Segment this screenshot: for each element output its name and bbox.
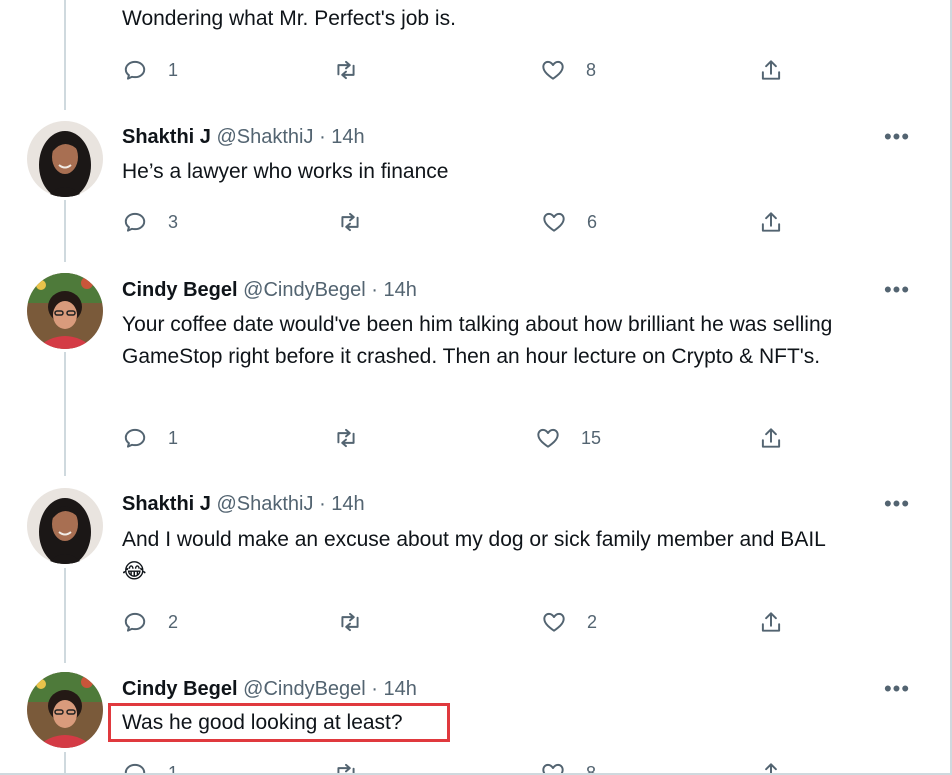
like-button[interactable]: 8	[540, 758, 597, 775]
author-handle[interactable]: @CindyBegel	[243, 678, 366, 700]
share-button[interactable]	[758, 207, 784, 237]
share-icon	[761, 212, 781, 232]
retweet-icon	[341, 212, 359, 232]
reply-button[interactable]: 2	[122, 607, 178, 637]
tweet-header: Shakthi J @ShakthiJ · 14h	[122, 125, 365, 149]
avatar[interactable]	[27, 273, 103, 349]
reply-count: 1	[168, 427, 179, 448]
thread-line	[64, 352, 66, 476]
like-icon	[537, 428, 559, 448]
reply-icon	[124, 763, 146, 773]
author-handle[interactable]: @CindyBegel	[243, 279, 366, 301]
tweet-text: And I would make an excuse about my dog …	[122, 524, 922, 588]
separator: ·	[371, 678, 378, 700]
retweet-icon	[341, 612, 359, 632]
like-count: 2	[587, 611, 598, 632]
joy-emoji: 😂	[122, 560, 147, 584]
reply-button[interactable]: 1	[122, 758, 179, 775]
share-button[interactable]	[758, 607, 784, 637]
author-name[interactable]: Shakthi J	[122, 493, 211, 515]
like-button[interactable]: 2	[541, 607, 597, 637]
retweet-button[interactable]	[337, 207, 363, 237]
like-icon	[543, 212, 565, 232]
like-icon	[542, 60, 564, 80]
reply-icon	[124, 428, 146, 448]
share-button[interactable]	[758, 55, 784, 85]
tweet-actions: 2 2	[0, 607, 950, 637]
share-icon	[761, 60, 781, 80]
more-button[interactable]: •••	[880, 676, 914, 701]
timestamp[interactable]: 14h	[384, 279, 417, 301]
author-name[interactable]: Cindy Begel	[122, 279, 238, 301]
like-count: 6	[587, 211, 598, 232]
tweet-header: Cindy Begel @CindyBegel · 14h	[122, 677, 417, 701]
more-icon: •••	[883, 277, 911, 302]
tweet-header: Shakthi J @ShakthiJ · 14h	[122, 492, 365, 516]
retweet-button[interactable]	[333, 758, 359, 773]
like-icon	[543, 612, 565, 632]
author-handle[interactable]: @ShakthiJ	[216, 493, 313, 515]
retweet-icon	[337, 428, 355, 448]
reply-icon	[124, 212, 146, 232]
tweet-text: Your coffee date would've been him talki…	[122, 313, 833, 368]
more-button[interactable]: •••	[880, 277, 914, 302]
timestamp[interactable]: 14h	[331, 126, 364, 148]
timestamp[interactable]: 14h	[384, 678, 417, 700]
tweet-thread: Wondering what Mr. Perfect's job is. 1 8…	[0, 0, 952, 775]
more-button[interactable]: •••	[880, 124, 914, 149]
retweet-icon	[337, 763, 355, 773]
more-icon: •••	[883, 676, 911, 701]
reply-button[interactable]: 1	[122, 55, 178, 85]
reply-count: 1	[168, 762, 179, 775]
reply-button[interactable]: 1	[122, 423, 178, 453]
separator: ·	[371, 279, 378, 301]
retweet-icon	[337, 60, 355, 80]
reply-button[interactable]: 3	[122, 207, 178, 237]
author-handle[interactable]: @ShakthiJ	[216, 126, 313, 148]
reply-icon	[124, 60, 146, 80]
highlight-box	[108, 703, 450, 742]
tweet-header: Cindy Begel @CindyBegel · 14h	[122, 278, 417, 302]
tweet-text: He’s a lawyer who works in finance	[122, 160, 449, 183]
tweet-text: Wondering what Mr. Perfect's job is.	[122, 7, 456, 30]
author-name[interactable]: Shakthi J	[122, 126, 211, 148]
avatar[interactable]	[27, 121, 103, 197]
more-button[interactable]: •••	[880, 491, 914, 516]
more-icon: •••	[883, 124, 911, 149]
retweet-button[interactable]	[337, 607, 363, 637]
tweet-text-body: And I would make an excuse about my dog …	[122, 528, 826, 551]
share-button[interactable]	[758, 758, 784, 773]
retweet-button[interactable]	[333, 423, 359, 453]
like-button[interactable]: 8	[540, 55, 596, 85]
share-button[interactable]	[758, 423, 784, 453]
reply-count: 1	[168, 59, 179, 80]
tweet-actions: 1 8	[0, 758, 950, 775]
timestamp[interactable]: 14h	[331, 493, 364, 515]
tweet-actions: 3 6	[0, 207, 950, 237]
tweet-actions: 1 8	[0, 55, 950, 85]
tweet-actions: 1 15	[0, 423, 950, 453]
share-icon	[765, 763, 777, 773]
like-icon	[542, 763, 564, 773]
like-count: 15	[581, 427, 602, 448]
reply-count: 3	[168, 211, 179, 232]
separator: ·	[319, 126, 326, 148]
avatar[interactable]	[27, 672, 103, 748]
share-icon	[761, 428, 781, 448]
like-button[interactable]: 6	[541, 207, 597, 237]
avatar[interactable]	[27, 488, 103, 564]
like-count: 8	[586, 59, 597, 80]
reply-icon	[124, 612, 146, 632]
author-name[interactable]: Cindy Begel	[122, 678, 238, 700]
separator: ·	[319, 493, 326, 515]
like-count: 8	[586, 762, 597, 775]
like-button[interactable]: 15	[535, 423, 601, 453]
reply-count: 2	[168, 611, 179, 632]
more-icon: •••	[883, 491, 911, 516]
share-icon	[761, 612, 781, 632]
retweet-button[interactable]	[333, 55, 359, 85]
